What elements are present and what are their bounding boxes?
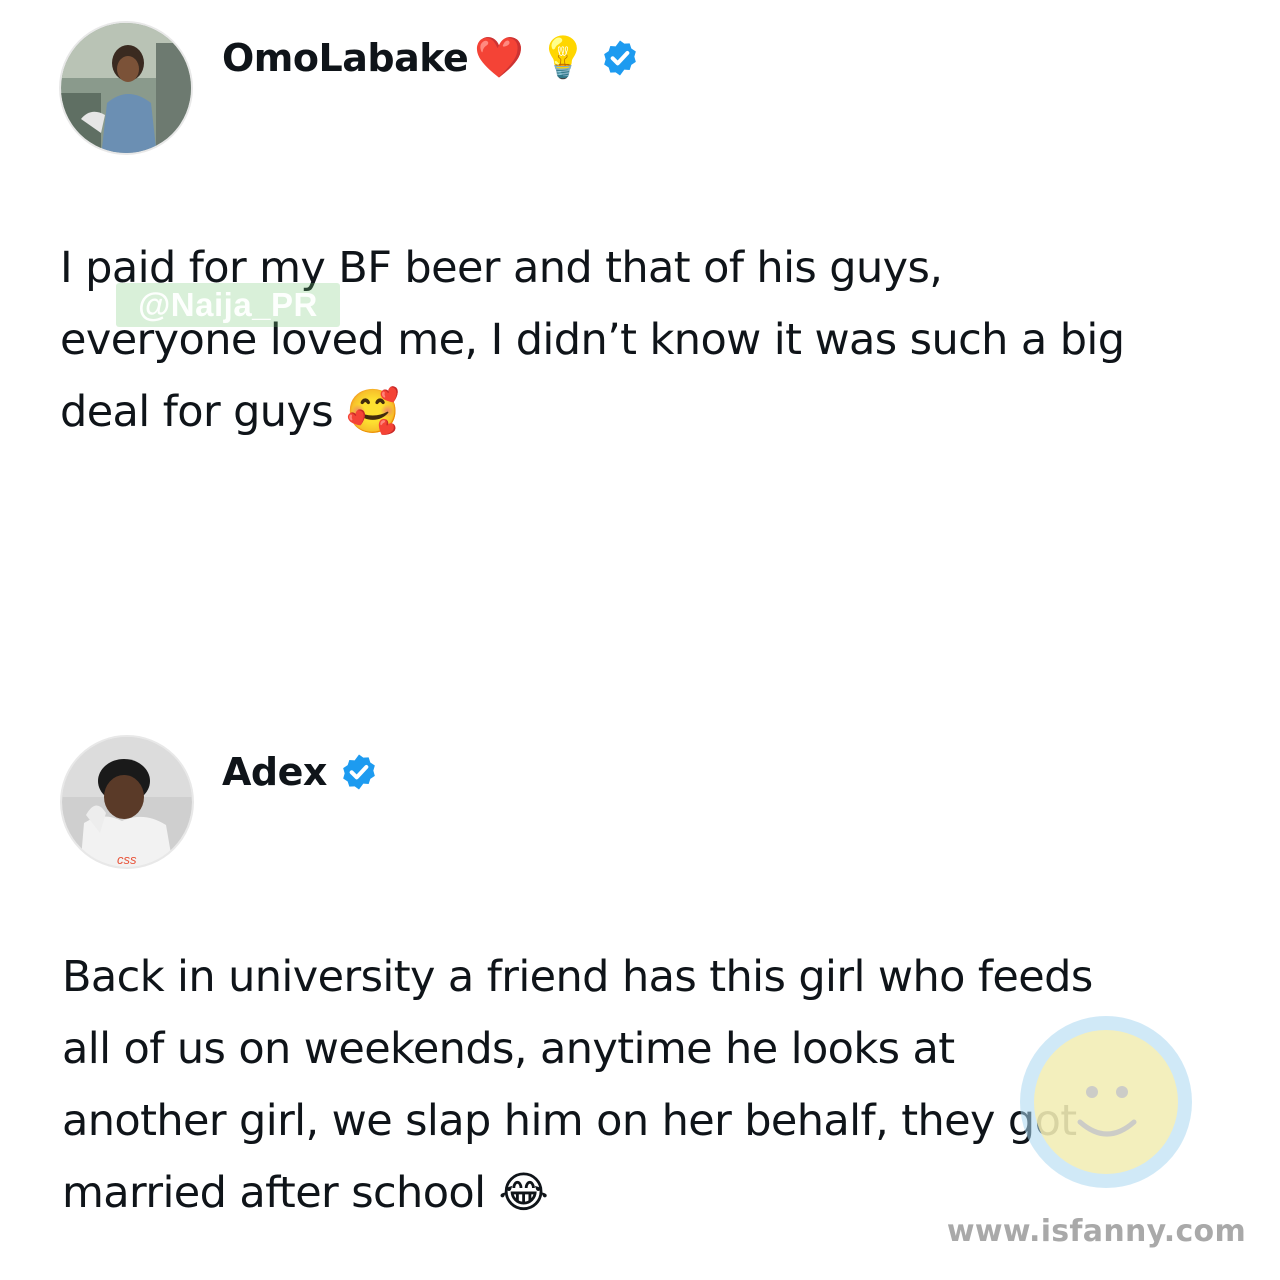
avatar[interactable]: css — [60, 735, 194, 869]
handle-watermark: @Naija_PR — [116, 283, 340, 327]
display-name[interactable]: OmoLabake — [222, 36, 469, 80]
site-watermark: www.isfanny.com — [946, 1214, 1246, 1249]
tweet-text-line: all of us on weekends, anytime he looks … — [62, 1024, 955, 1074]
smiley-watermark-icon — [1020, 1016, 1192, 1188]
smiley-face — [1034, 1030, 1178, 1174]
avatar-photo — [61, 23, 191, 153]
tweet-text-line: Back in university a friend has this gir… — [62, 952, 1093, 1002]
tweet-text-line: deal for guys 🥰 — [60, 387, 400, 437]
tweet-text: Back in university a friend has this gir… — [62, 941, 1093, 1229]
verified-badge-icon — [343, 754, 375, 790]
author-row: Adex — [222, 750, 379, 794]
red-heart-icon: ❤️ — [474, 36, 525, 80]
tweet-text: I paid for my BF beer and that of his gu… — [60, 232, 1125, 448]
tweet-text-line: another girl, we slap him on her behalf,… — [62, 1096, 1077, 1146]
display-name[interactable]: Adex — [222, 750, 327, 794]
avatar[interactable] — [59, 21, 193, 155]
smiley-features-icon — [1077, 1086, 1137, 1137]
light-bulb-icon: 💡 — [538, 36, 588, 80]
author-row: OmoLabake ❤️ 💡 — [222, 36, 640, 80]
avatar-photo: css — [62, 737, 192, 867]
svg-text:css: css — [117, 852, 137, 867]
verified-badge-icon — [604, 40, 636, 76]
tweet-text-line: married after school 😂 — [62, 1168, 549, 1218]
